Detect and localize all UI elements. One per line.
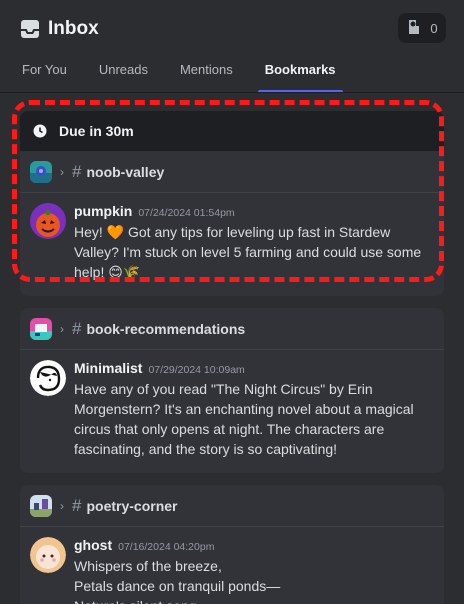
mention-icon — [406, 18, 422, 39]
message: pumpkin 07/24/2024 01:54pm Hey! 🧡 Got an… — [20, 193, 444, 296]
server-icon — [30, 317, 52, 340]
bookmark-card[interactable]: Due in 30m › # noob-valley pumpkin 07/24… — [20, 111, 444, 296]
inbox-icon — [20, 19, 40, 39]
channel-row[interactable]: › # noob-valley — [20, 151, 444, 193]
message-text: Hey! 🧡 Got any tips for leveling up fast… — [74, 224, 422, 280]
hash-icon: # — [72, 318, 82, 338]
tabs-divider — [0, 92, 464, 93]
inbox-tabs: For You Unreads Mentions Bookmarks — [0, 58, 464, 92]
chevron-right-icon: › — [60, 164, 64, 179]
tab-for-you[interactable]: For You — [22, 58, 67, 92]
message: Minimalist 07/29/2024 10:09am Have any o… — [20, 350, 444, 473]
inbox-panel: Inbox 0 For You Unreads Mentions Bookmar… — [0, 0, 464, 604]
server-icon — [30, 160, 52, 183]
author-name[interactable]: ghost — [74, 537, 112, 553]
bookmarks-list: Due in 30m › # noob-valley pumpkin 07/24… — [0, 111, 464, 604]
avatar — [30, 360, 66, 396]
channel-name: book-recommendations — [86, 320, 246, 337]
author-name[interactable]: pumpkin — [74, 203, 132, 219]
message-text: Have any of you read "The Night Circus" … — [74, 381, 414, 457]
due-label: Due in 30m — [59, 123, 134, 139]
message-text: Whispers of the breeze, Petals dance on … — [74, 556, 434, 604]
hash-icon: # — [72, 161, 82, 181]
server-icon — [30, 494, 52, 517]
timestamp: 07/24/2024 01:54pm — [138, 207, 235, 219]
clock-icon — [33, 124, 47, 138]
bookmark-card[interactable]: › # poetry-corner ghost 07/16/2024 04:20… — [20, 485, 444, 604]
avatar — [30, 537, 66, 573]
due-reminder-bar: Due in 30m — [20, 111, 444, 151]
inbox-header: Inbox 0 — [0, 0, 464, 58]
hash-icon: # — [72, 495, 82, 515]
mentions-count: 0 — [430, 20, 438, 36]
tab-unreads[interactable]: Unreads — [99, 58, 148, 92]
channel-name: poetry-corner — [86, 497, 178, 514]
message-line: Whispers of the breeze, — [74, 558, 222, 574]
chevron-right-icon: › — [60, 321, 64, 336]
chevron-right-icon: › — [60, 498, 64, 513]
message-line: Nature's silent song — [74, 596, 434, 604]
timestamp: 07/16/2024 04:20pm — [118, 541, 215, 553]
tab-bookmarks[interactable]: Bookmarks — [257, 58, 343, 92]
tab-mentions[interactable]: Mentions — [180, 58, 233, 92]
message-line: Petals dance on tranquil ponds— — [74, 578, 281, 594]
bookmark-card[interactable]: › # book-recommendations Minimalist 07/2… — [20, 308, 444, 473]
author-name[interactable]: Minimalist — [74, 360, 142, 376]
channel-name: noob-valley — [86, 163, 165, 180]
avatar — [30, 203, 66, 239]
channel-row[interactable]: › # book-recommendations — [20, 308, 444, 350]
mentions-toggle-button[interactable]: 0 — [398, 13, 446, 43]
message: ghost 07/16/2024 04:20pm Whispers of the… — [20, 527, 444, 604]
page-title: Inbox — [48, 18, 99, 39]
channel-row[interactable]: › # poetry-corner — [20, 485, 444, 527]
timestamp: 07/29/2024 10:09am — [148, 364, 245, 376]
